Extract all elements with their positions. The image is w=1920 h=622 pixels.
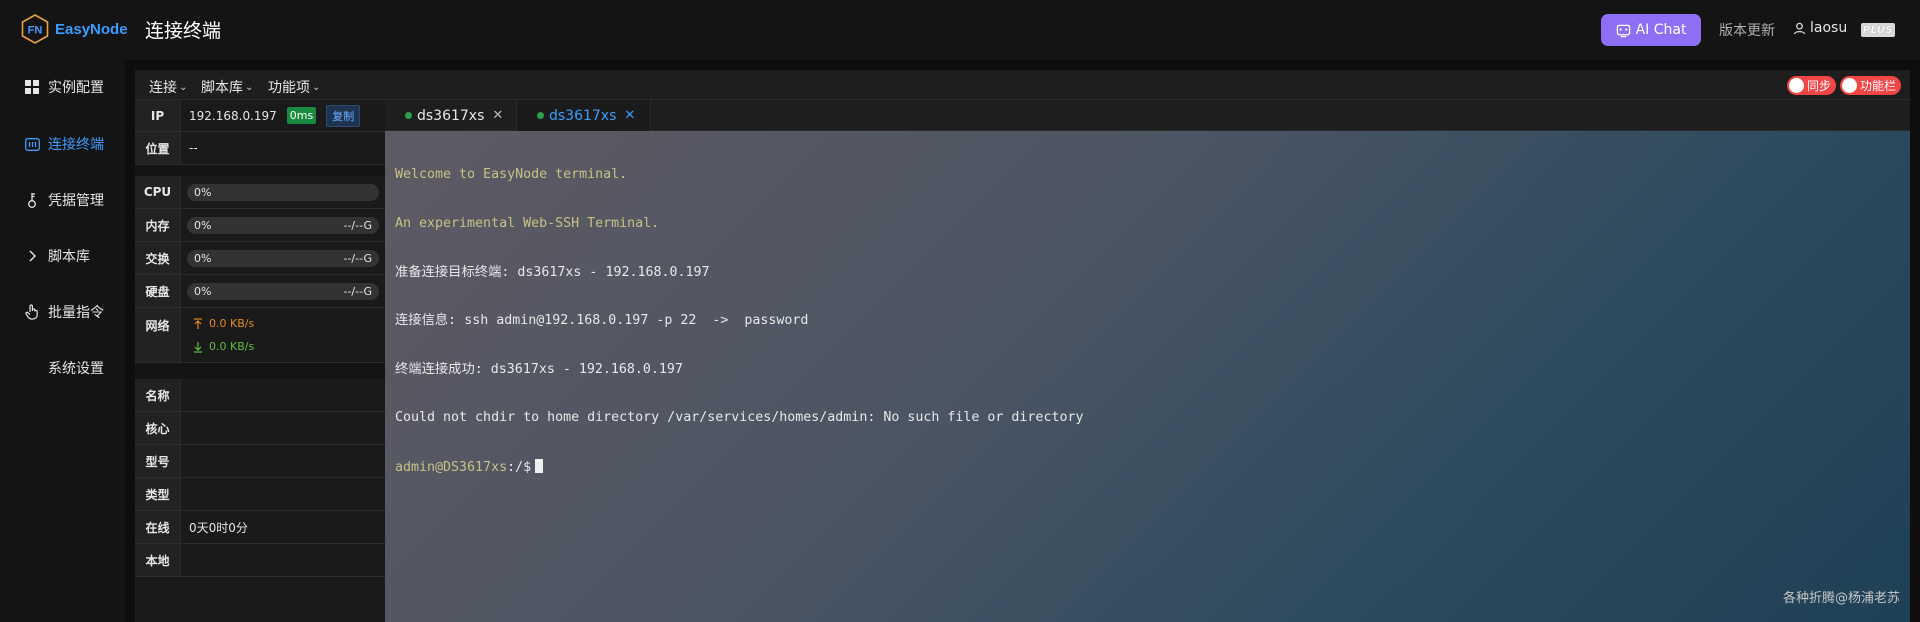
terminal-line: Welcome to EasyNode terminal.: [395, 167, 628, 183]
terminal-output: Welcome to EasyNode terminal. An experim…: [395, 135, 1083, 509]
sidebar-item-batch-commands[interactable]: 批量指令: [24, 301, 104, 323]
grid-icon: [24, 79, 40, 95]
copy-ip-button[interactable]: 复制: [326, 104, 361, 127]
info-row-local: 本地: [135, 544, 385, 577]
close-icon[interactable]: ✕: [624, 108, 635, 123]
memory-usage-bar: 0% --/--G: [187, 216, 379, 234]
uptime-value: 0天0时0分: [189, 520, 248, 535]
chevron-down-icon: ⌄: [312, 81, 321, 93]
ai-chat-label: AI Chat: [1635, 22, 1687, 38]
location-value: --: [189, 141, 198, 155]
chat-icon: [1616, 24, 1630, 37]
main-panel: 连接 ⌄ 脚本库 ⌄ 功能项 ⌄ 同步 功能栏 IP 192.168.0.197 0m…: [135, 70, 1910, 622]
version-update-link[interactable]: 版本更新: [1719, 20, 1775, 40]
terminal-screen[interactable]: Welcome to EasyNode terminal. An experim…: [385, 131, 1910, 622]
terminal-icon: [24, 136, 40, 152]
tab-ds3617xs-1[interactable]: ds3617xs ✕: [385, 100, 517, 131]
terminal-prompt: admin@DS3617xs:/$: [395, 459, 1083, 476]
username: laosu: [1810, 20, 1848, 36]
chevron-down-icon: ⌄: [245, 81, 254, 93]
info-row-model: 型号: [135, 445, 385, 478]
terminal-toolbar: 连接 ⌄ 脚本库 ⌄ 功能项 ⌄ 同步 功能栏: [135, 70, 1910, 100]
info-row-swap: 交换 0% --/--G: [135, 242, 385, 275]
close-icon[interactable]: ✕: [492, 108, 503, 123]
info-row-network: 网络 0.0 KB/s 0.0 KB/s: [135, 308, 385, 363]
terminal-line: An experimental Web-SSH Terminal.: [395, 216, 660, 232]
ai-chat-button[interactable]: AI Chat: [1601, 14, 1701, 46]
info-row-disk: 硬盘 0% --/--G: [135, 275, 385, 308]
svg-text:FN: FN: [28, 25, 43, 37]
chevron-down-icon: ⌄: [179, 81, 188, 93]
user-menu[interactable]: laosu: [1793, 20, 1847, 36]
menu-connect[interactable]: 连接 ⌄: [149, 77, 187, 97]
info-row-memory: 内存 0% --/--G: [135, 209, 385, 242]
disk-usage-bar: 0% --/--G: [187, 282, 379, 300]
info-row-type: 类型: [135, 478, 385, 511]
terminal-line: 准备连接目标终端: ds3617xs - 192.168.0.197: [395, 264, 710, 280]
logo-text: EasyNode: [55, 20, 128, 38]
sidebar-item-label: 连接终端: [48, 137, 104, 153]
app-header: FN EasyNode 连接终端 AI Chat 版本更新 laosu PLUS: [0, 0, 1920, 60]
sidebar-item-credentials[interactable]: 凭据管理: [24, 189, 104, 211]
terminal-line: 连接信息: ssh admin@192.168.0.197 -p 22 -> p…: [395, 313, 809, 329]
sidebar-item-settings[interactable]: 系统设置: [24, 357, 104, 379]
online-status-dot: [405, 112, 412, 119]
sidebar: 实例配置 连接终端 凭据管理 脚本库 批量指令 系统设置: [0, 60, 125, 622]
terminal-line: Could not chdir to home directory /var/s…: [395, 410, 1084, 426]
menu-features[interactable]: 功能项 ⌄: [268, 77, 320, 97]
key-icon: [24, 192, 40, 208]
info-row-cores: 核心: [135, 412, 385, 445]
net-upload: 0.0 KB/s: [193, 317, 254, 330]
info-row-ip: IP 192.168.0.197 0ms 复制: [135, 100, 385, 132]
swap-usage-bar: 0% --/--G: [187, 249, 379, 267]
sidebar-item-label: 凭据管理: [48, 193, 104, 209]
page-title: 连接终端: [145, 20, 222, 42]
sidebar-item-terminal[interactable]: 连接终端: [24, 133, 104, 155]
toggle-knob: [1789, 78, 1804, 93]
net-download: 0.0 KB/s: [193, 340, 254, 353]
plus-badge: PLUS: [1861, 23, 1895, 37]
pointer-icon: [24, 304, 40, 320]
info-row-cpu: CPU 0%: [135, 176, 385, 209]
terminal-tabs: ds3617xs ✕ ds3617xs ✕: [385, 100, 1910, 131]
sidebar-item-instances[interactable]: 实例配置: [24, 76, 104, 98]
sidebar-item-scripts[interactable]: 脚本库: [24, 245, 90, 267]
function-bar-toggle[interactable]: 功能栏: [1840, 76, 1902, 95]
watermark: 各种折腾@杨浦老苏: [1782, 591, 1900, 606]
sidebar-item-label: 实例配置: [48, 80, 104, 96]
chevron-right-icon: [24, 248, 40, 264]
download-icon: [194, 341, 202, 353]
cpu-usage-bar: 0%: [187, 183, 379, 201]
terminal-cursor: [535, 459, 544, 474]
terminal-line: 终端连接成功: ds3617xs - 192.168.0.197: [395, 361, 683, 377]
sidebar-item-label: 脚本库: [48, 249, 90, 265]
upload-icon: [194, 317, 202, 329]
toggle-knob: [1842, 78, 1857, 93]
info-row-location: 位置 --: [135, 132, 385, 165]
ip-value: 192.168.0.197: [189, 108, 277, 123]
host-info-panel: IP 192.168.0.197 0ms 复制 位置 -- CPU 0% 内存: [135, 100, 385, 622]
sync-toggle[interactable]: 同步: [1787, 76, 1837, 95]
logo[interactable]: FN EasyNode: [20, 14, 128, 44]
online-status-dot: [537, 112, 544, 119]
blank-icon: [24, 360, 40, 376]
sidebar-item-label: 批量指令: [48, 305, 104, 321]
tab-ds3617xs-2[interactable]: ds3617xs ✕: [517, 100, 651, 131]
sidebar-item-label: 系统设置: [48, 361, 104, 377]
info-row-name: 名称: [135, 379, 385, 412]
info-row-uptime: 在线 0天0时0分: [135, 511, 385, 544]
latency-badge: 0ms: [286, 107, 317, 124]
logo-icon: FN: [21, 14, 49, 44]
user-icon: [1793, 22, 1806, 34]
menu-scripts[interactable]: 脚本库 ⌄: [201, 77, 253, 97]
